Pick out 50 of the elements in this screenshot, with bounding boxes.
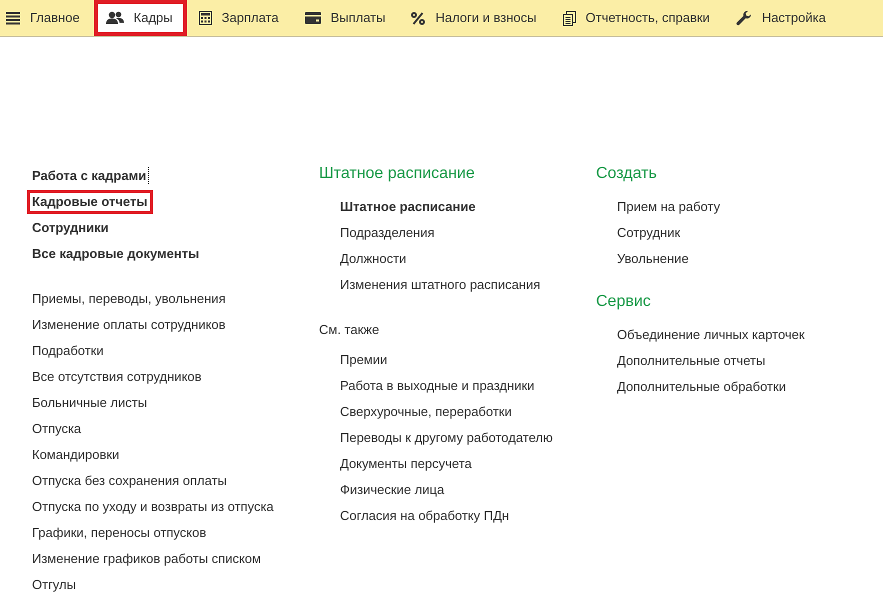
calculator-icon — [198, 11, 212, 25]
nav-link[interactable]: Должности — [335, 247, 412, 271]
card-icon — [304, 12, 321, 24]
nav-link[interactable]: Увольнение — [612, 247, 695, 271]
nav-link[interactable]: Сотрудник — [612, 221, 686, 245]
nav-link[interactable]: Объединение личных карточек — [612, 323, 811, 347]
section-tab[interactable]: Налоги и взносы — [399, 0, 550, 36]
nav-link[interactable]: Премии — [335, 348, 394, 372]
nav-link[interactable]: Дополнительные обработки — [612, 375, 792, 399]
nav-link[interactable]: Отпуска — [27, 417, 88, 441]
wrench-icon — [736, 10, 752, 26]
section-tab[interactable]: Главное — [0, 0, 94, 36]
nav-link[interactable]: Все отсутствия сотрудников — [27, 365, 208, 389]
nav-link[interactable]: Согласия на обработку ПДн — [335, 504, 516, 528]
section-tab[interactable]: Кадры — [94, 0, 187, 36]
percent-icon — [411, 12, 426, 24]
menu-icon — [6, 11, 20, 25]
nav-link[interactable]: Отпуска по уходу и возвраты из отпуска — [27, 495, 280, 519]
section-tab[interactable]: Настройка — [724, 0, 840, 36]
nav-link[interactable]: Подразделения — [335, 221, 441, 245]
nav-link[interactable]: Сотрудники — [27, 216, 115, 240]
section-heading: Сервис — [596, 292, 652, 312]
section-tab[interactable]: Выплаты — [292, 0, 400, 36]
section-heading: Создать — [596, 164, 658, 184]
nav-link[interactable]: Отпуска без сохранения оплаты — [27, 469, 233, 493]
nav-link[interactable]: Подработки — [27, 339, 110, 363]
nav-link[interactable]: Командировки — [27, 443, 126, 467]
nav-link[interactable]: Отгулы — [27, 573, 82, 597]
nav-link[interactable]: Физические лица — [335, 478, 450, 502]
nav-link[interactable]: Все кадровые документы — [27, 242, 206, 266]
nav-link[interactable]: Изменения штатного расписания — [335, 273, 546, 297]
nav-link[interactable]: Кадровые отчеты — [27, 190, 154, 214]
nav-link[interactable]: Переводы к другому работодателю — [335, 426, 559, 450]
nav-link[interactable]: Изменение оплаты сотрудников — [27, 313, 232, 337]
section-tab[interactable]: Отчетность, справки — [550, 0, 724, 36]
nav-link[interactable]: Больничные листы — [27, 391, 154, 415]
nav-link[interactable]: Работа в выходные и праздники — [335, 374, 540, 398]
section-tab[interactable]: Зарплата — [186, 0, 293, 36]
nav-link[interactable]: Штатное расписание — [335, 195, 482, 219]
nav-link[interactable]: Документы персучета — [335, 452, 478, 476]
section-heading: Штатное расписание — [319, 164, 476, 184]
section-heading: См. также — [319, 321, 380, 339]
documents-icon — [562, 10, 576, 26]
nav-link[interactable]: Приемы, переводы, увольнения — [27, 287, 232, 311]
people-icon — [106, 11, 124, 25]
nav-link[interactable]: Сверхурочные, переработки — [335, 400, 518, 424]
nav-link[interactable]: Дополнительные отчеты — [612, 349, 772, 373]
nav-link[interactable]: Прием на работу — [612, 195, 726, 219]
nav-link[interactable]: Изменение графиков работы списком — [27, 547, 267, 571]
nav-link[interactable]: Графики, переносы отпусков — [27, 521, 212, 545]
